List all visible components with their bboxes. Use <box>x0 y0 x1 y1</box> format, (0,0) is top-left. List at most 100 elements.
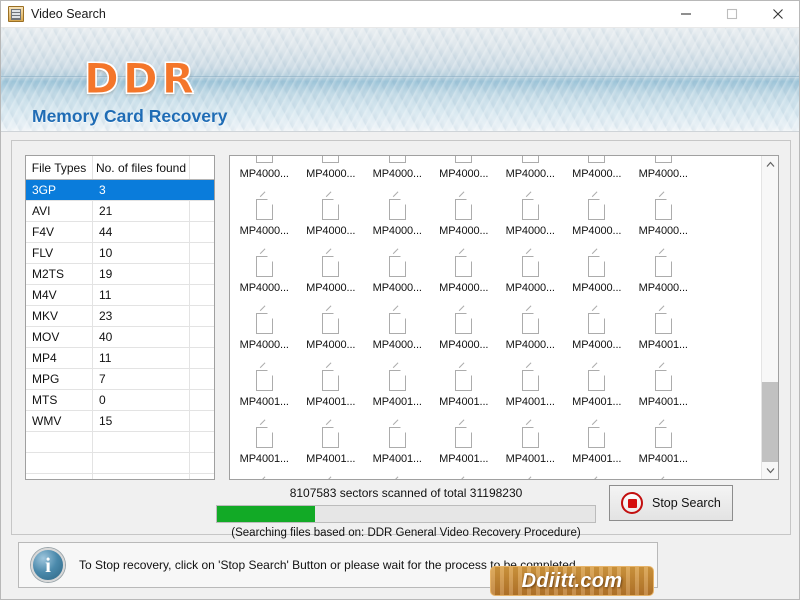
table-row[interactable]: 3GP3 <box>26 180 214 201</box>
file-grid-item[interactable]: MP4000... <box>630 250 697 307</box>
table-row[interactable]: AVI21 <box>26 201 214 222</box>
main-panel: File Types No. of files found 3GP3AVI21F… <box>11 140 791 535</box>
file-grid-item[interactable]: MP4001... <box>630 364 697 421</box>
file-document-icon <box>588 199 605 220</box>
grid-vertical-scrollbar[interactable] <box>761 156 778 479</box>
cell-file-type: AVI <box>26 201 93 221</box>
file-grid-item[interactable]: MP4000... <box>298 250 365 307</box>
file-grid-item[interactable]: MP4000... <box>231 307 298 364</box>
table-row[interactable]: M4V11 <box>26 285 214 306</box>
file-grid-item[interactable]: MP4000... <box>231 193 298 250</box>
cell-spacer <box>190 285 214 305</box>
file-grid-item[interactable]: MP4001... <box>298 421 365 478</box>
scrollbar-thumb[interactable] <box>762 382 778 462</box>
table-row[interactable]: FLV10 <box>26 243 214 264</box>
file-document-icon <box>655 370 672 391</box>
file-document-icon <box>522 156 539 163</box>
file-grid-item[interactable]: MP4000... <box>630 156 697 193</box>
file-grid-item[interactable]: AVI000... <box>564 478 631 479</box>
table-row[interactable]: MPG7 <box>26 369 214 390</box>
file-grid-item[interactable]: MP4000... <box>630 193 697 250</box>
table-row[interactable]: WMV15 <box>26 411 214 432</box>
cell-files-found: 44 <box>93 222 190 242</box>
file-document-icon <box>522 199 539 220</box>
table-row[interactable]: M2TS19 <box>26 264 214 285</box>
file-document-icon <box>455 370 472 391</box>
file-grid-item[interactable]: MP4000... <box>497 193 564 250</box>
file-document-icon <box>588 313 605 334</box>
file-grid-item[interactable]: MP4001... <box>431 364 498 421</box>
file-grid-item[interactable]: MP4001... <box>298 364 365 421</box>
site-watermark: Ddiitt.com <box>490 566 654 596</box>
column-header-spacer <box>190 156 214 179</box>
scroll-up-icon[interactable] <box>762 156 778 173</box>
table-row[interactable]: MKV23 <box>26 306 214 327</box>
file-grid-item[interactable]: MP4000... <box>431 250 498 307</box>
cell-spacer <box>190 327 214 347</box>
application-window: Video Search DDR Memory Card Recovery Fi <box>0 0 800 600</box>
file-grid-item[interactable]: MP4000... <box>364 156 431 193</box>
title-bar: Video Search <box>1 1 800 28</box>
file-grid-item[interactable]: MP4000... <box>497 250 564 307</box>
found-files-grid[interactable]: MP4000...MP4000...MP4000...MP4000...MP40… <box>229 155 779 480</box>
table-row[interactable]: F4V44 <box>26 222 214 243</box>
file-grid-item[interactable]: MP4000... <box>431 193 498 250</box>
file-grid-item[interactable]: MP4000... <box>497 307 564 364</box>
cell-spacer <box>190 180 214 200</box>
file-grid-item[interactable]: MP4000... <box>231 250 298 307</box>
file-document-icon <box>322 313 339 334</box>
file-grid-item[interactable]: MP4001... <box>364 364 431 421</box>
file-grid-item[interactable]: MP4000... <box>298 307 365 364</box>
file-grid-item[interactable]: MP4000... <box>564 250 631 307</box>
file-grid-item[interactable]: MP4001... <box>231 364 298 421</box>
cell-file-type: M2TS <box>26 264 93 284</box>
file-grid-item[interactable]: MP4001... <box>564 364 631 421</box>
close-button[interactable] <box>755 1 800 28</box>
file-grid-item[interactable]: MP4001... <box>364 421 431 478</box>
file-name-label: MP4000... <box>373 282 422 294</box>
file-grid-item[interactable]: AVI000... <box>298 478 365 479</box>
file-grid-item[interactable]: MP4000... <box>231 156 298 193</box>
file-grid-item[interactable]: MP4000... <box>364 193 431 250</box>
file-grid-item[interactable]: MP4000... <box>564 156 631 193</box>
file-grid-item[interactable]: MP4000... <box>431 156 498 193</box>
file-name-label: MP4000... <box>439 225 488 237</box>
file-grid-item[interactable]: MP4001... <box>630 307 697 364</box>
file-grid-item[interactable]: MP4001... <box>630 421 697 478</box>
minimize-button[interactable] <box>663 1 709 28</box>
file-grid-item[interactable]: MP4000... <box>431 307 498 364</box>
file-name-label: MP4000... <box>439 339 488 351</box>
file-grid-item[interactable]: AVI000... <box>431 478 498 479</box>
file-grid-item[interactable]: MP4000... <box>564 193 631 250</box>
file-grid-item[interactable]: MP4001... <box>231 421 298 478</box>
cell-spacer <box>190 306 214 326</box>
file-grid-item[interactable]: AVI000... <box>630 478 697 479</box>
file-grid-item[interactable]: AVI000... <box>231 478 298 479</box>
table-row[interactable]: MOV40 <box>26 327 214 348</box>
progress-bar <box>216 505 596 523</box>
file-grid-item[interactable]: MP4001... <box>431 421 498 478</box>
file-grid-item[interactable]: MP4000... <box>564 307 631 364</box>
file-types-table[interactable]: File Types No. of files found 3GP3AVI21F… <box>25 155 215 480</box>
cell-files-found: 11 <box>93 285 190 305</box>
file-grid-item[interactable]: AVI000... <box>364 478 431 479</box>
table-row[interactable]: MTS0 <box>26 390 214 411</box>
maximize-button[interactable] <box>709 1 755 28</box>
cell-spacer <box>190 390 214 410</box>
file-grid-item[interactable]: MP4000... <box>364 307 431 364</box>
file-grid-item[interactable]: MP4000... <box>497 156 564 193</box>
file-grid-item[interactable]: MP4001... <box>497 364 564 421</box>
scroll-down-icon[interactable] <box>762 462 778 479</box>
stop-search-label: Stop Search <box>652 496 721 510</box>
file-grid-item[interactable]: MP4000... <box>298 156 365 193</box>
table-row-empty <box>26 432 214 453</box>
file-grid-item[interactable]: MP4001... <box>497 421 564 478</box>
cell-spacer <box>190 348 214 368</box>
file-grid-item[interactable]: MP4000... <box>298 193 365 250</box>
stop-search-button[interactable]: Stop Search <box>609 485 733 521</box>
file-grid-item[interactable]: MP4000... <box>364 250 431 307</box>
file-name-label: MP4000... <box>373 168 422 180</box>
table-row[interactable]: MP411 <box>26 348 214 369</box>
file-grid-item[interactable]: MP4001... <box>564 421 631 478</box>
file-grid-item[interactable]: AVI000... <box>497 478 564 479</box>
